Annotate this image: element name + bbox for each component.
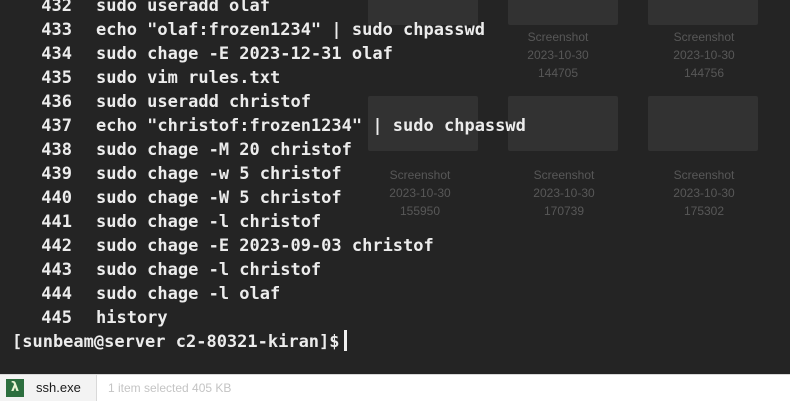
history-command: sudo chage -E 2023-12-31 olaf [96, 44, 393, 64]
text-cursor [343, 330, 347, 351]
history-line: 437 echo "christof:frozen1234" | sudo chp… [0, 114, 790, 138]
history-number: 444 [41, 284, 72, 304]
background-status-text: 1 item selected 405 KB [108, 381, 232, 395]
history-line: 438 sudo chage -M 20 christof [0, 138, 790, 162]
history-number: 432 [41, 0, 72, 16]
taskbar: λ ssh.exe 1 item selected 405 KB [0, 374, 790, 401]
history-command: sudo chage -E 2023-09-03 christof [96, 236, 434, 256]
history-line: 432 sudo useradd olaf [0, 0, 790, 18]
history-number: 443 [41, 260, 72, 280]
history-number: 438 [41, 140, 72, 160]
history-number: 441 [41, 212, 72, 232]
shell-prompt: [sunbeam@server c2-80321-kiran]$ [12, 332, 340, 352]
history-command: sudo chage -M 20 christof [96, 140, 352, 160]
taskbar-item-label: ssh.exe [36, 380, 81, 395]
history-number: 433 [41, 20, 72, 40]
history-command: echo "olaf:frozen1234" | sudo chpasswd [96, 20, 485, 40]
history-line: 442 sudo chage -E 2023-09-03 christof [0, 234, 790, 258]
history-command: sudo chage -l olaf [96, 284, 281, 304]
history-number: 439 [41, 164, 72, 184]
history-number: 436 [41, 92, 72, 112]
history-command: sudo chage -l christof [96, 212, 322, 232]
history-command: sudo chage -w 5 christof [96, 164, 342, 184]
history-command: sudo vim rules.txt [96, 68, 281, 88]
history-number: 437 [41, 116, 72, 136]
history-line: 436 sudo useradd christof [0, 90, 790, 114]
history-line: 433 echo "olaf:frozen1234" | sudo chpassw… [0, 18, 790, 42]
history-line: 440 sudo chage -W 5 christof [0, 186, 790, 210]
history-line: 434 sudo chage -E 2023-12-31 olaf [0, 42, 790, 66]
history-command: history [96, 308, 168, 328]
history-number: 434 [41, 44, 72, 64]
lambda-icon: λ [6, 379, 24, 397]
history-line: 441 sudo chage -l christof [0, 210, 790, 234]
history-line: 444 sudo chage -l olaf [0, 282, 790, 306]
history-number: 445 [41, 308, 72, 328]
history-line: 445 history [0, 306, 790, 330]
history-line: 443 sudo chage -l christof [0, 258, 790, 282]
taskbar-item-ssh[interactable]: λ ssh.exe [0, 375, 97, 401]
history-line: 435 sudo vim rules.txt [0, 66, 790, 90]
terminal-window[interactable]: Screenshot 2023-10-30 144705 Screenshot … [0, 0, 790, 374]
history-line: 439 sudo chage -w 5 christof [0, 162, 790, 186]
history-command: sudo useradd christof [96, 92, 311, 112]
command-prompt-line[interactable]: [sunbeam@server c2-80321-kiran]$ [0, 330, 790, 354]
history-number: 440 [41, 188, 72, 208]
history-command: sudo useradd olaf [96, 0, 270, 16]
history-command: echo "christof:frozen1234" | sudo chpass… [96, 116, 526, 136]
terminal-output: 432 sudo useradd olaf 433 echo "olaf:froze… [0, 0, 790, 354]
history-command: sudo chage -W 5 christof [96, 188, 342, 208]
history-command: sudo chage -l christof [96, 260, 322, 280]
history-number: 435 [41, 68, 72, 88]
history-number: 442 [41, 236, 72, 256]
